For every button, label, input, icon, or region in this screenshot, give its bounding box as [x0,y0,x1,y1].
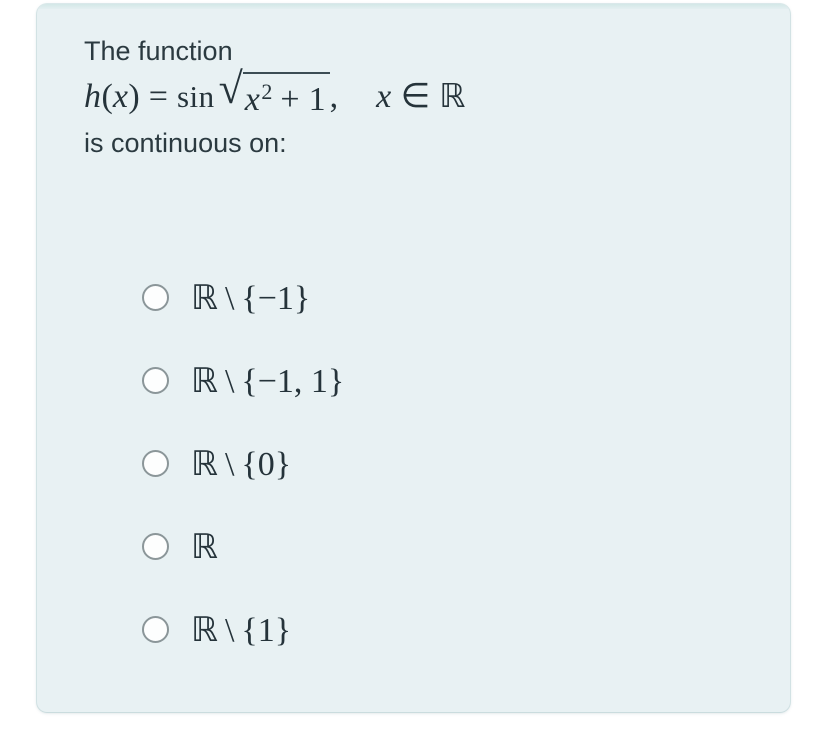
answer-option-label: ℝ \{−1} [191,278,310,318]
option-set-symbol: ℝ [191,362,218,400]
answer-option-label: ℝ \{−1, 1} [191,361,344,401]
option-setminus: \ [224,445,235,483]
formula-close-paren: ) [128,78,140,115]
answer-option-label: ℝ \{1} [191,610,291,650]
question-stem: The function h(x) = sin √ x 2 +1, x ∈ ℝ is contin… [84,32,744,162]
answer-option-4[interactable]: ℝ [84,505,764,588]
option-brace-open: { [241,445,258,483]
formula-comma: , [329,78,339,115]
radicand-plus: + [280,81,300,118]
option-brace-close: } [293,279,311,317]
formula-equals: = [148,78,168,115]
answer-option-3[interactable]: ℝ \{0} [84,422,764,505]
option-elements: 0 [257,445,275,483]
option-elements: −1, 1 [257,362,328,400]
option-brace-open: { [241,611,258,649]
radio-button-icon[interactable] [142,450,169,477]
answer-option-label: ℝ \{0} [191,444,291,484]
formula-function-name: h [84,78,102,115]
option-set-symbol: ℝ [191,611,218,649]
answer-option-5[interactable]: ℝ \{1} [84,588,764,671]
formula-operator-sin: sin [176,79,215,114]
answer-option-2[interactable]: ℝ \{−1, 1} [84,339,764,422]
card-top-accent [37,4,790,9]
option-setminus: \ [224,611,235,649]
question-formula: h(x) = sin √ x 2 +1, x ∈ ℝ [84,64,744,126]
option-elements: 1 [257,611,275,649]
option-setminus: \ [224,279,235,317]
formula-variable: x [112,78,129,115]
option-brace-close: } [327,362,345,400]
question-line-1: The function [84,36,233,66]
formula-domain-set: ℝ [439,79,466,115]
option-setminus: \ [224,362,235,400]
radio-button-icon[interactable] [142,533,169,560]
option-set-symbol: ℝ [191,445,218,483]
question-line-3: is continuous on: [84,128,287,158]
option-elements: −1 [257,279,294,317]
answer-option-1[interactable]: ℝ \{−1} [84,256,764,339]
radical-sign-icon: √ [218,64,243,113]
formula-radicand: x 2 +1 [242,72,330,126]
formula-square-root: √ x 2 +1 [218,64,330,126]
option-brace-open: { [241,362,258,400]
radicand-exponent: 2 [261,79,273,104]
formula-element-of: ∈ [400,78,431,115]
radio-button-icon[interactable] [142,367,169,394]
option-brace-close: } [274,445,292,483]
radio-button-icon[interactable] [142,616,169,643]
answer-option-label: ℝ [191,527,232,567]
option-set-symbol: ℝ [191,279,218,317]
question-card: The function h(x) = sin √ x 2 +1, x ∈ ℝ is contin… [37,4,790,712]
radicand-addend: 1 [308,81,326,118]
formula-domain-variable: x [376,78,392,115]
option-set-symbol: ℝ [191,528,218,566]
formula-open-paren: ( [101,78,113,115]
radio-button-icon[interactable] [142,284,169,311]
option-brace-open: { [241,279,258,317]
answer-options-list: ℝ \{−1} ℝ \{−1, 1} ℝ \{0} ℝ ℝ \{1} [84,256,764,671]
radicand-base: x [244,81,261,118]
option-brace-close: } [274,611,292,649]
